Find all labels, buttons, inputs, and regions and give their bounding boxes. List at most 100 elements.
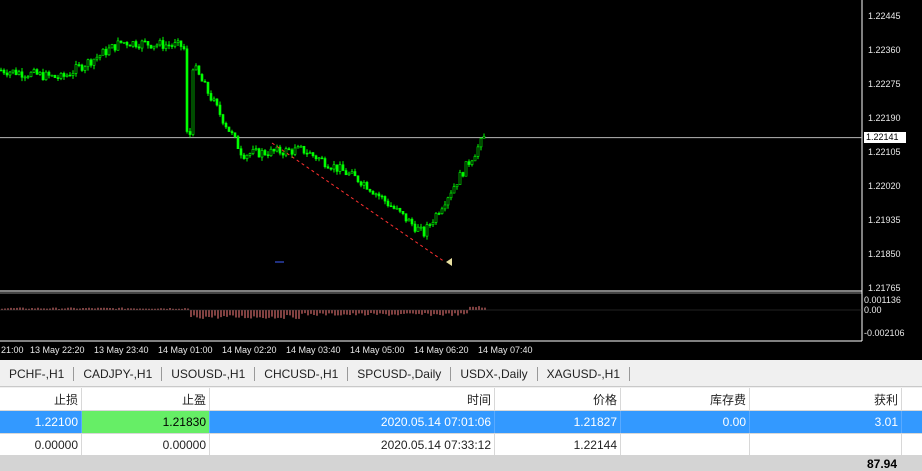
candle-body [89,59,93,66]
take-profit-cell[interactable]: 0.00000 [82,434,210,456]
candle-body [47,71,51,76]
stop-loss-cell[interactable]: 0.00000 [0,434,82,456]
candle-body [161,40,165,49]
column-header-swap[interactable]: 库存费 [621,388,750,410]
candle-body [317,157,321,160]
tab-chcusd[interactable]: CHCUSD-,H1 [255,367,349,381]
candle-body [203,80,207,83]
price-axis-label: 1.22190 [868,113,901,123]
column-header-time[interactable]: 时间 [210,388,495,410]
column-header-price[interactable]: 价格 [495,388,621,410]
time-cell[interactable]: 2020.05.14 07:01:06 [210,411,495,433]
current-price-marker: 1.22141 [864,132,906,143]
tab-cadjpy[interactable]: CADJPY-,H1 [74,367,163,381]
candle-body [380,195,384,198]
chart-canvas[interactable] [0,0,922,360]
candle-body [188,131,192,135]
candle-body [248,153,252,156]
tab-usdx[interactable]: USDX-,Daily [451,367,538,381]
candle-body [461,172,465,177]
candle-body [395,207,399,210]
candle-body [62,73,66,77]
candle-body [476,146,480,157]
table-row[interactable]: 1.22100 1.21830 2020.05.14 07:01:06 1.21… [0,411,922,434]
candle-body [146,41,150,46]
candle-body [197,65,201,75]
candle-body [296,146,300,149]
candle-body [272,148,276,152]
candle-body [209,93,213,101]
row-spacer [902,434,922,456]
candle-body [86,59,90,68]
time-cell[interactable]: 2020.05.14 07:33:12 [210,434,495,456]
tab-usousd[interactable]: USOUSD-,H1 [162,367,256,381]
candle-body [326,166,330,169]
candle-body [65,74,69,77]
take-profit-cell[interactable]: 1.21830 [82,411,210,433]
candle-body [107,47,111,56]
candle-body [449,192,453,199]
candle-body [434,213,438,223]
column-header-stop-loss[interactable]: 止损 [0,388,82,410]
candle-body [362,182,366,186]
candle-body [302,145,306,154]
tab-pchf[interactable]: PCHF-,H1 [0,367,75,381]
candle-body [194,65,198,71]
candle-body [185,48,189,132]
candle-body [353,171,357,177]
column-header-take-profit[interactable]: 止盈 [82,388,210,410]
stop-loss-cell[interactable]: 1.22100 [0,411,82,433]
candle-body [101,48,105,56]
price-chart[interactable]: 1.22445 1.22360 1.22275 1.22190 1.22105 … [0,0,922,360]
trade-arrow-marker [446,258,452,266]
candle-body [455,184,459,188]
candle-body [320,157,324,160]
oscillator-axis-label: 0.00 [864,305,882,315]
candle-body [410,218,414,225]
candle-body [404,213,408,222]
candle-body [191,69,195,135]
balance-footer: 87.94 [0,455,922,471]
profit-cell[interactable]: 3.01 [750,411,902,433]
candle-body [275,146,279,152]
tab-xagusd[interactable]: XAGUSD-,H1 [538,367,631,381]
candle-body [473,156,477,162]
candle-body [368,189,372,192]
candle-body [383,196,387,202]
candle-body [218,104,222,115]
price-cell[interactable]: 1.21827 [495,411,621,433]
profit-cell[interactable] [750,434,902,456]
candle-body [227,126,231,132]
candle-body [251,149,255,154]
candle-body [92,58,96,66]
candle-body [221,114,225,124]
candle-body [77,64,81,66]
candle-body [29,71,33,77]
candle-body [131,41,135,47]
candle-body [311,152,315,157]
candle-body [416,226,420,232]
price-axis-label: 1.21765 [868,283,901,293]
candle-body [113,44,117,51]
price-axis-label: 1.22445 [868,11,901,21]
candle-body [143,40,147,43]
candle-body [263,150,267,156]
candle-body [458,172,462,185]
candle-body [242,154,246,159]
candle-body [164,44,168,49]
candle-body [305,152,309,155]
candle-body [431,222,435,226]
price-axis-label: 1.22105 [868,147,901,157]
candle-body [23,76,27,79]
price-cell[interactable]: 1.22144 [495,434,621,456]
swap-cell[interactable]: 0.00 [621,411,750,433]
tab-spcusd[interactable]: SPCUSD-,Daily [348,367,452,381]
candle-body [452,186,456,194]
table-row[interactable]: 0.00000 0.00000 2020.05.14 07:33:12 1.22… [0,434,922,457]
candle-body [17,71,21,75]
candle-body [8,71,12,76]
candle-body [206,82,210,94]
column-header-profit[interactable]: 获利 [750,388,902,410]
swap-cell[interactable] [621,434,750,456]
candle-body [332,164,336,170]
